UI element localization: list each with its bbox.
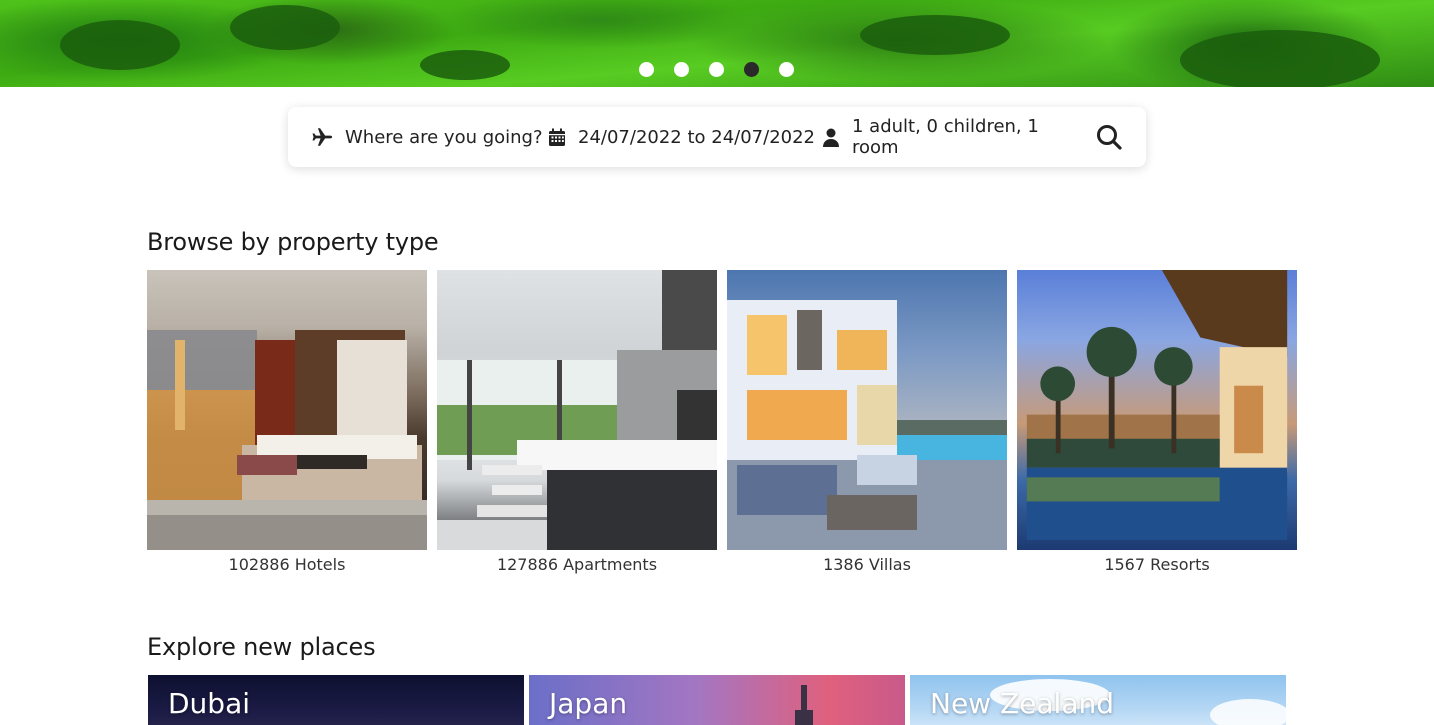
date-range-field[interactable]: 24/07/2022 to 24/07/2022 (548, 127, 818, 148)
place-card-dubai[interactable]: Dubai (148, 675, 524, 725)
property-label-hotels: 102886 Hotels (228, 555, 346, 574)
search-bar: Where are you going? 24/07/2022 to 24/07… (288, 107, 1146, 167)
property-image-apartments (437, 270, 717, 550)
carousel-dot[interactable] (639, 62, 654, 77)
property-label-resorts: 1567 Resorts (1104, 555, 1210, 574)
explore-section-title: Explore new places (147, 633, 376, 661)
destination-field[interactable]: Where are you going? (312, 127, 548, 148)
hero-tree (860, 15, 1010, 55)
date-range-value: 24/07/2022 to 24/07/2022 (578, 126, 816, 148)
person-icon (822, 128, 840, 147)
hero-tree (420, 50, 510, 80)
hero-tree (1180, 30, 1380, 87)
airplane-icon (312, 128, 333, 146)
property-card-hotels[interactable]: 102886 Hotels (147, 270, 427, 574)
hero-tree (230, 5, 340, 50)
property-card-villas[interactable]: 1386 Villas (727, 270, 1007, 574)
carousel-dot[interactable] (779, 62, 794, 77)
destination-placeholder: Where are you going? (345, 126, 543, 148)
place-label-japan: Japan (549, 687, 628, 720)
property-image-hotels (147, 270, 427, 550)
property-image-villas (727, 270, 1007, 550)
guests-value: 1 adult, 0 children, 1 room (852, 116, 1039, 158)
place-card-japan[interactable]: Japan (529, 675, 905, 725)
place-label-new-zealand: New Zealand (930, 687, 1114, 720)
search-button[interactable] (1096, 124, 1122, 150)
search-icon (1097, 125, 1122, 150)
guests-field[interactable]: 1 adult, 0 children, 1 room (822, 116, 1084, 158)
carousel-dot[interactable] (709, 62, 724, 77)
hero-banner (0, 0, 1434, 87)
hero-tree (60, 20, 180, 70)
property-image-resorts (1017, 270, 1297, 550)
property-label-apartments: 127886 Apartments (496, 555, 658, 574)
property-label-villas: 1386 Villas (823, 555, 911, 574)
carousel-dot[interactable] (674, 62, 689, 77)
browse-section-title: Browse by property type (147, 228, 439, 256)
calendar-icon (548, 128, 566, 147)
carousel-dots (639, 62, 794, 77)
property-card-apartments[interactable]: 127886 Apartments (437, 270, 717, 574)
place-card-new-zealand[interactable]: New Zealand (910, 675, 1286, 725)
property-card-resorts[interactable]: 1567 Resorts (1017, 270, 1297, 574)
place-label-dubai: Dubai (168, 687, 251, 720)
carousel-dot-active[interactable] (744, 62, 759, 77)
